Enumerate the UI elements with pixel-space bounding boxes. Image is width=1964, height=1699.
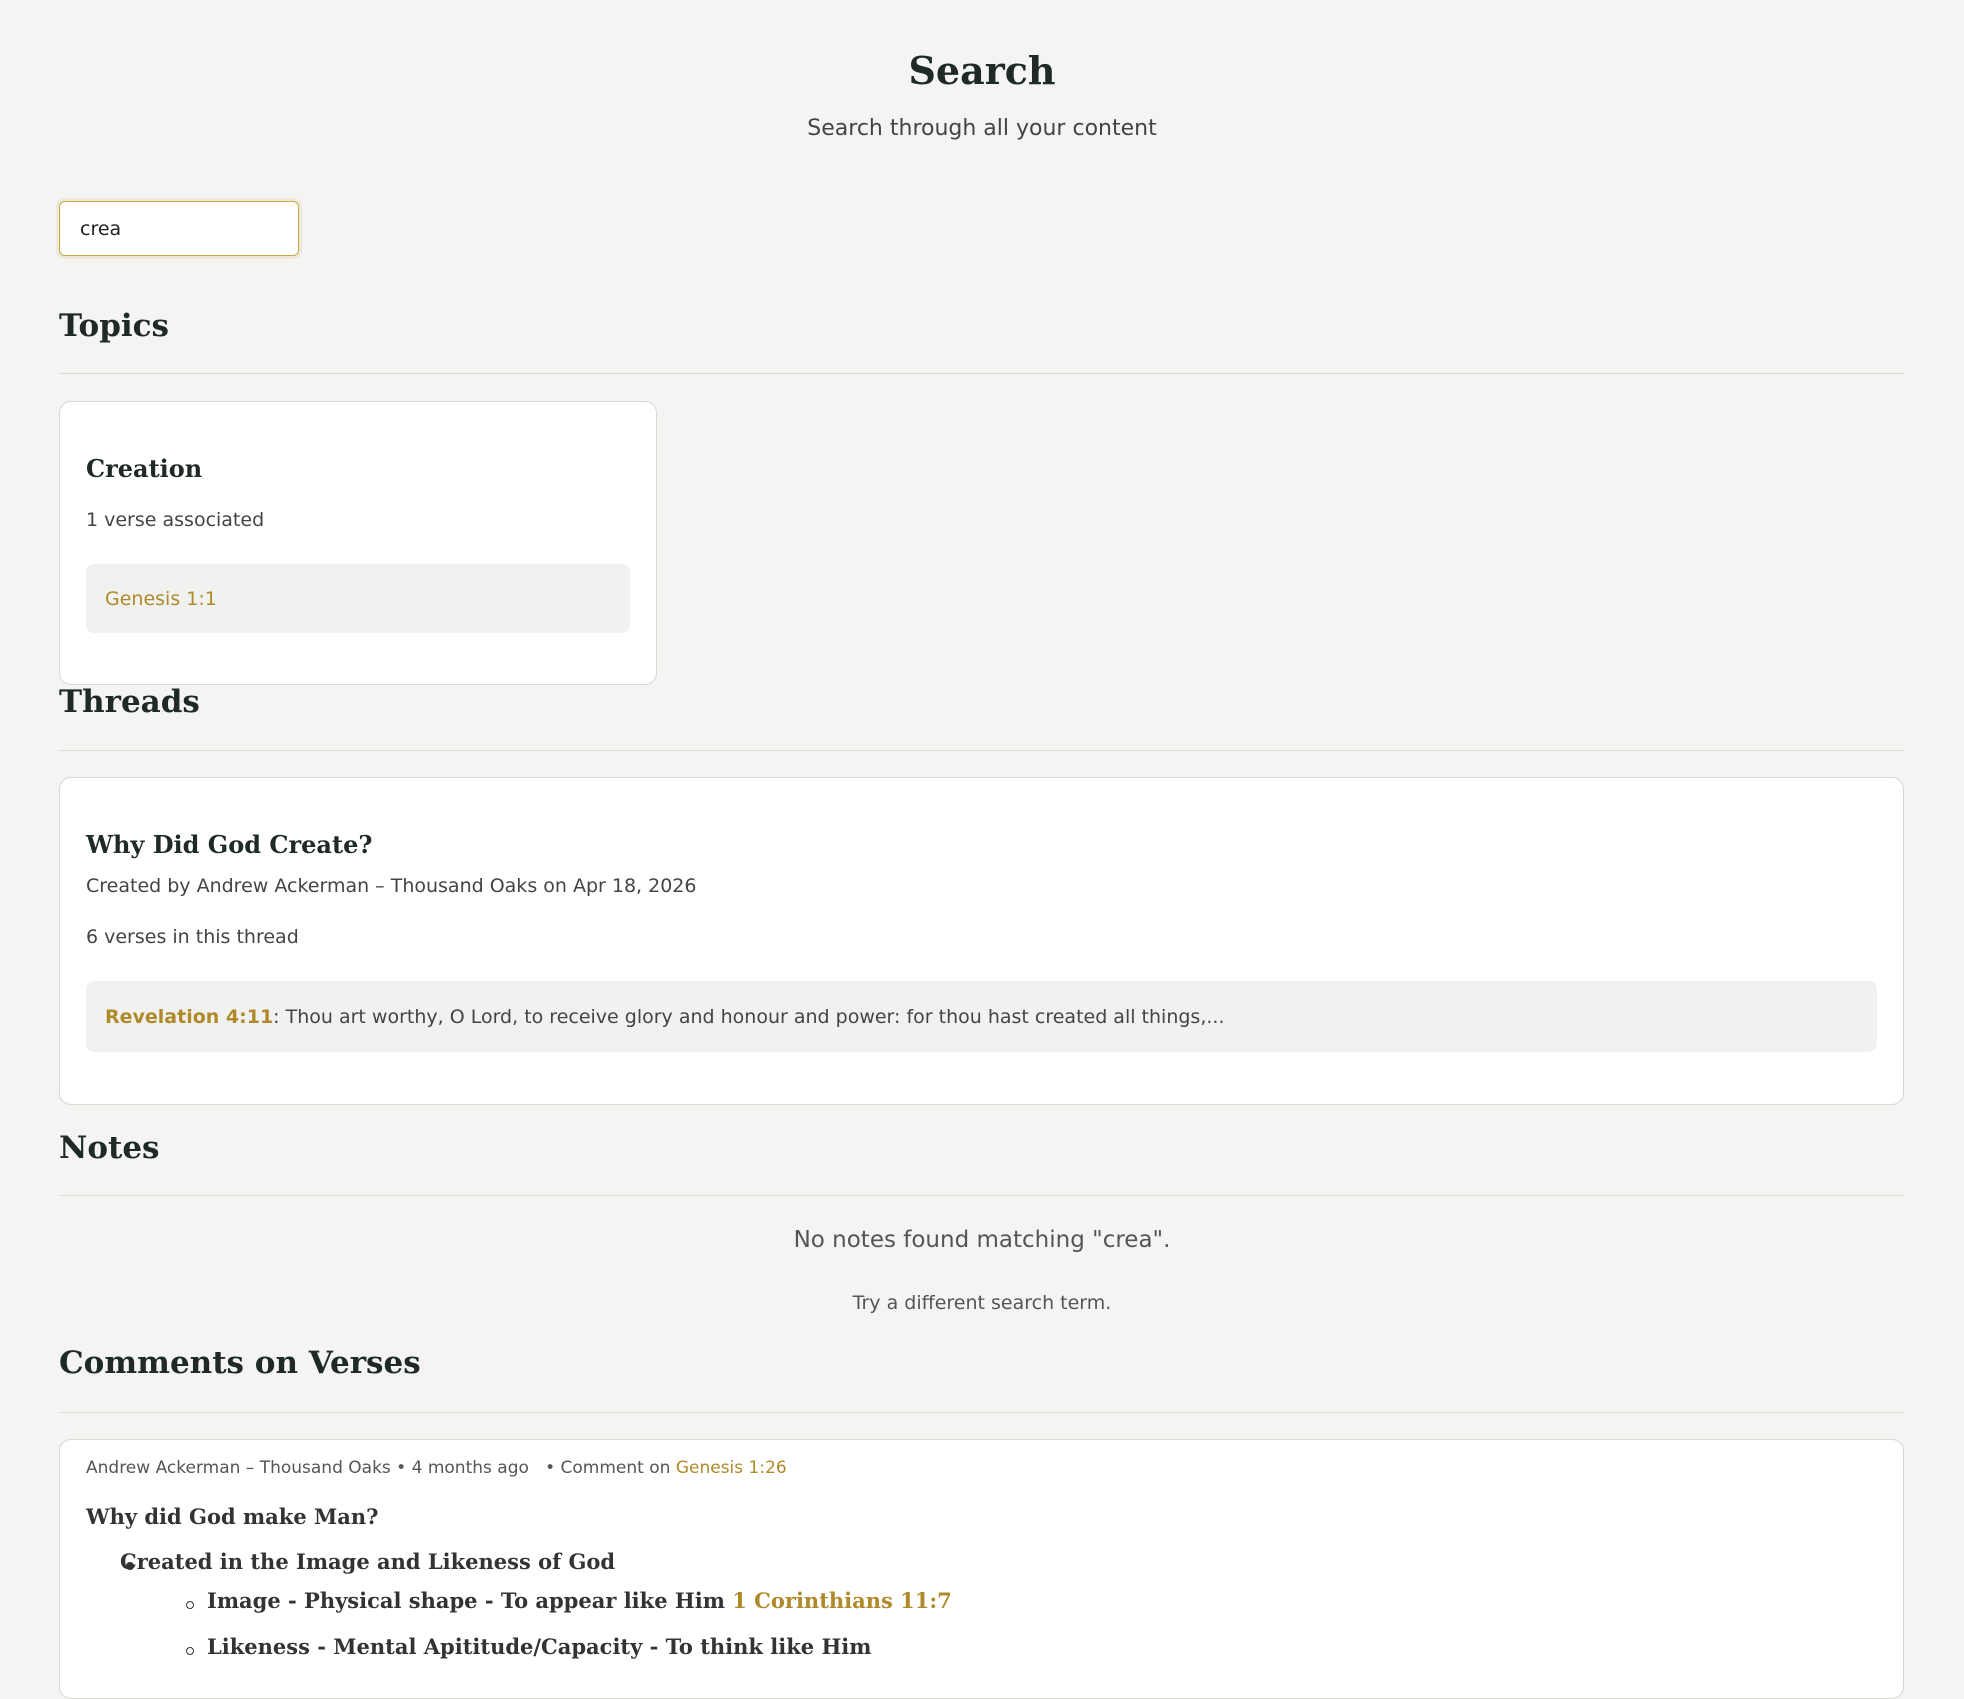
comment-on-label: • Comment on (545, 1458, 671, 1478)
thread-verse-count: 6 verses in this thread (86, 926, 299, 948)
search-input[interactable] (59, 201, 299, 256)
verse-link[interactable]: Revelation 4:11 (105, 1006, 273, 1028)
divider (59, 373, 1904, 374)
comment-card: Andrew Ackerman – Thousand Oaks • 4 mont… (59, 1439, 1904, 1699)
comment-heading: Why did God make Man? (86, 1504, 379, 1529)
comment-author: Andrew Ackerman – Thousand Oaks • 4 mont… (86, 1458, 529, 1478)
comment-sub-item: Likeness - Mental Apititude/Capacity - T… (207, 1634, 872, 1659)
notes-empty-hint: Try a different search term. (852, 1292, 1112, 1314)
topic-verse-count: 1 verse associated (86, 509, 265, 531)
verse-link[interactable]: 1 Corinthians 11:7 (732, 1588, 952, 1613)
topic-verse-list: Genesis 1:1 (86, 564, 630, 633)
bullet-circle-icon (186, 1647, 194, 1655)
thread-title: Why Did God Create? (86, 830, 373, 859)
comment-meta: Andrew Ackerman – Thousand Oaks • 4 mont… (86, 1458, 787, 1478)
comment-sub-item: Image - Physical shape - To appear like … (207, 1588, 952, 1613)
divider (59, 1195, 1904, 1196)
bullet-circle-icon (186, 1601, 194, 1609)
divider (59, 1412, 1904, 1413)
topic-card[interactable]: Creation 1 verse associated Genesis 1:1 (59, 401, 657, 685)
comment-sub-item-text: Image - Physical shape - To appear like … (207, 1588, 725, 1613)
thread-preview-text: : Thou art worthy, O Lord, to receive gl… (273, 1005, 1225, 1028)
verse-link[interactable]: Genesis 1:1 (105, 588, 217, 610)
thread-card[interactable]: Why Did God Create? Created by Andrew Ac… (59, 777, 1904, 1105)
page-title: Search (908, 48, 1056, 93)
verse-link[interactable]: Genesis 1:26 (676, 1458, 787, 1478)
notes-empty-message: No notes found matching "crea". (793, 1227, 1171, 1253)
page-subtitle: Search through all your content (807, 116, 1157, 141)
thread-preview: Revelation 4:11: Thou art worthy, O Lord… (86, 981, 1877, 1052)
section-title-comments: Comments on Verses (59, 1345, 421, 1381)
thread-created-by: Created by Andrew Ackerman – Thousand Oa… (86, 875, 697, 897)
divider (59, 750, 1904, 751)
comment-list-item: Created in the Image and Likeness of God (120, 1549, 616, 1574)
section-title-threads: Threads (59, 684, 200, 720)
section-title-notes: Notes (59, 1130, 160, 1166)
topic-title: Creation (86, 454, 203, 483)
section-title-topics: Topics (59, 308, 169, 344)
